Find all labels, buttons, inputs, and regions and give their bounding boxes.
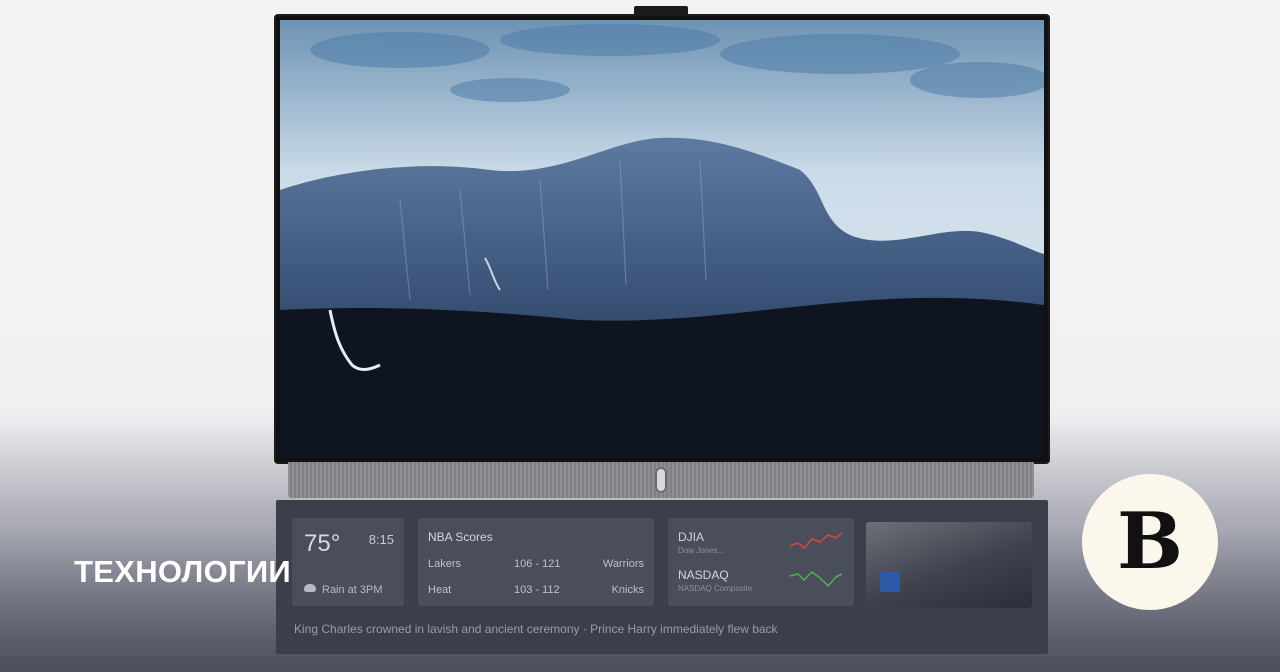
djia-trend-sparkline [790,532,842,550]
tv-screen-image [280,20,1044,458]
news-thumbnail [866,522,1032,608]
weather-time: 8:15 [368,532,394,547]
nasdaq-trend-sparkline [790,570,842,588]
ocean-wave-artwork [280,20,1044,458]
team-away: Warriors [602,558,644,570]
news-ticker: King Charles crowned in lavish and ancie… [294,622,778,636]
stock-subtitle: NASDAQ Composite [678,584,753,593]
brand-logo-letter: В [1117,496,1183,587]
cloud-icon [304,584,316,592]
stock-subtitle: Dow Jones... [678,546,725,555]
tv-dashboard-panel: 75° 8:15 Rain at 3PM NBA Scores Lakers 1… [276,500,1048,654]
team-away: Knicks [611,584,644,596]
weather-forecast: Rain at 3PM [322,584,383,596]
stocks-card: DJIA Dow Jones... NASDAQ NASDAQ Composit… [668,518,854,606]
news-source-icon [880,572,900,592]
soundbar-sensor [655,467,667,493]
game-score: 106 - 121 [514,558,561,570]
weather-temperature: 75° [304,530,341,557]
nba-scores-card: NBA Scores Lakers 106 - 121 Warriors Hea… [418,518,654,606]
stock-name: NASDAQ [678,568,729,582]
team-home: Lakers [428,558,462,570]
news-card [866,522,1032,608]
television [276,16,1048,462]
stock-name: DJIA [678,530,705,544]
team-home: Heat [428,584,452,596]
weather-card: 75° 8:15 Rain at 3PM [292,518,404,606]
brand-logo: В [1082,474,1218,610]
section-label: ТЕХНОЛОГИИ [74,554,292,589]
game-score: 103 - 112 [514,584,560,596]
nba-title: NBA Scores [428,530,493,544]
